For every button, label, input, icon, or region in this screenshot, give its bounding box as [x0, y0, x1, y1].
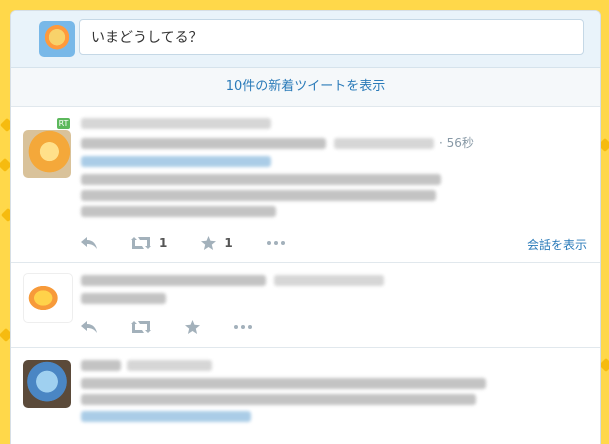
- favorite-icon: [201, 236, 217, 250]
- tweet-author-handle[interactable]: [274, 275, 384, 286]
- favorite-count: 1: [224, 236, 233, 250]
- favorite-button[interactable]: [185, 320, 200, 334]
- reply-button[interactable]: [81, 237, 97, 249]
- reply-button[interactable]: [81, 321, 97, 333]
- tweet-item[interactable]: RT · 56秒 1 1 会話を表示: [11, 107, 600, 263]
- more-icon: [234, 325, 252, 329]
- tweet-link[interactable]: [81, 411, 251, 422]
- tweet-author-name[interactable]: [81, 138, 326, 149]
- user-avatar[interactable]: [39, 21, 75, 57]
- compose-box: いまどうしてる？: [11, 11, 600, 68]
- tweet-avatar[interactable]: [23, 130, 71, 178]
- favorite-button[interactable]: 1: [201, 236, 233, 250]
- compose-input[interactable]: いまどうしてる？: [79, 19, 584, 55]
- retweeted-by-text: [81, 118, 271, 129]
- tweet-item[interactable]: [11, 263, 600, 348]
- tweet-link[interactable]: [81, 156, 271, 167]
- view-conversation-link[interactable]: 会話を表示: [527, 236, 587, 253]
- more-button[interactable]: [266, 241, 285, 245]
- more-icon: [266, 241, 285, 245]
- tweet-text-line: [81, 174, 441, 185]
- favorite-icon: [185, 320, 200, 334]
- more-button[interactable]: [234, 325, 252, 329]
- retweet-count: 1: [159, 236, 168, 250]
- retweet-icon: [131, 321, 151, 333]
- tweet-author-name[interactable]: [81, 360, 121, 371]
- reply-icon: [81, 237, 97, 249]
- retweet-button[interactable]: 1: [131, 236, 167, 250]
- tweet-text-line: [81, 378, 486, 389]
- tweet-item[interactable]: [11, 348, 600, 444]
- tweet-timestamp[interactable]: · 56秒: [439, 134, 474, 151]
- tweet-text-line: [81, 293, 166, 304]
- tweet-text-line: [81, 394, 476, 405]
- new-tweets-button[interactable]: 10件の新着ツイートを表示: [11, 68, 600, 107]
- tweet-author-handle[interactable]: [334, 138, 434, 149]
- tweet-avatar[interactable]: [23, 273, 73, 323]
- retweet-badge-icon: RT: [57, 118, 70, 129]
- tweet-avatar[interactable]: [23, 360, 71, 408]
- retweet-button[interactable]: [131, 321, 151, 333]
- retweet-icon: [131, 237, 151, 249]
- tweet-actions: [81, 317, 286, 337]
- timeline-panel: いまどうしてる？ 10件の新着ツイートを表示 RT · 56秒 1 1 会話を表…: [10, 10, 601, 444]
- reply-icon: [81, 321, 97, 333]
- tweet-author-handle[interactable]: [127, 360, 212, 371]
- tweet-text-line: [81, 190, 436, 201]
- tweet-actions: 1 1: [81, 233, 319, 253]
- tweet-author-name[interactable]: [81, 275, 266, 286]
- tweet-text-line: [81, 206, 276, 217]
